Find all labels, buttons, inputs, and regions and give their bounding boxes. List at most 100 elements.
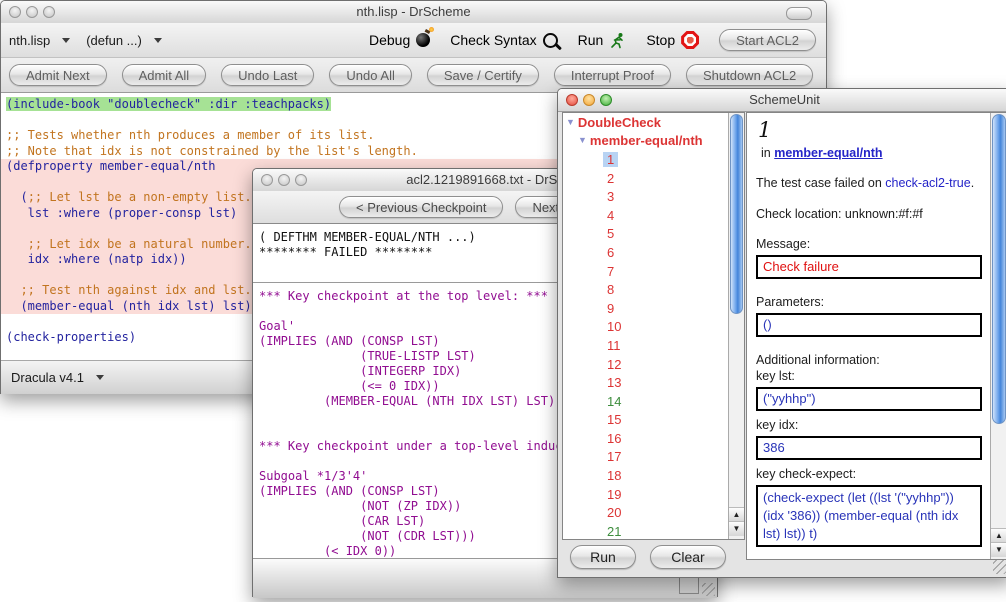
toolbar-button-admit-next[interactable]: Admit Next: [9, 64, 107, 86]
test-case-10[interactable]: 10: [603, 319, 625, 334]
detail-scrollbar[interactable]: ▲ ▼: [990, 113, 1006, 559]
tree-case-row[interactable]: 15: [563, 411, 729, 430]
tree-case-row[interactable]: 10: [563, 318, 729, 337]
resize-grip[interactable]: [702, 583, 715, 596]
additional-info-label: Additional information:: [756, 353, 982, 367]
toolbar-button-undo-last[interactable]: Undo Last: [221, 64, 314, 86]
check-location: Check location: unknown:#f:#f: [756, 207, 982, 221]
run-tests-button[interactable]: Run: [570, 545, 636, 569]
key-check-expect-field[interactable]: (check-expect (let ((lst '("yyhhp")) (id…: [756, 485, 982, 547]
tree-case-row[interactable]: 1: [563, 150, 729, 169]
test-case-20[interactable]: 20: [603, 505, 625, 520]
main-titlebar[interactable]: nth.lisp - DrScheme: [1, 1, 826, 24]
key-idx-field[interactable]: 386: [756, 436, 982, 460]
toolbar-toggle-widget[interactable]: [786, 7, 812, 20]
tree-case-row[interactable]: 8: [563, 280, 729, 299]
toolbar-button-interrupt-proof[interactable]: Interrupt Proof: [554, 64, 671, 86]
tree-item-doublecheck[interactable]: ▼DoubleCheck: [563, 113, 729, 132]
tree-case-row[interactable]: 9: [563, 299, 729, 318]
tree-case-row[interactable]: 12: [563, 355, 729, 374]
test-case-14[interactable]: 14: [603, 394, 625, 409]
key-lst-field[interactable]: ("yyhhp"): [756, 387, 982, 411]
failure-check-link[interactable]: check-acl2-true: [885, 176, 970, 190]
scrollbar-thumb[interactable]: [730, 114, 743, 314]
close-button[interactable]: [261, 174, 273, 186]
toolbar-button-admit-all[interactable]: Admit All: [122, 64, 207, 86]
tree-case-row[interactable]: 20: [563, 503, 729, 522]
toolbar-button-shutdown-acl2[interactable]: Shutdown ACL2: [686, 64, 813, 86]
tree-case-row[interactable]: 17: [563, 448, 729, 467]
test-case-5[interactable]: 5: [603, 226, 618, 241]
parameters-field[interactable]: (): [756, 313, 982, 337]
test-case-21[interactable]: 21: [603, 524, 625, 539]
test-case-3[interactable]: 3: [603, 189, 618, 204]
test-case-9[interactable]: 9: [603, 301, 618, 316]
message-field[interactable]: Check failure: [756, 255, 982, 279]
test-case-12[interactable]: 12: [603, 357, 625, 372]
chevron-down-icon: [154, 38, 162, 43]
test-case-1[interactable]: 1: [603, 152, 618, 167]
tree-case-row[interactable]: 6: [563, 243, 729, 262]
start-acl2-button[interactable]: Start ACL2: [719, 29, 816, 51]
close-button[interactable]: [566, 94, 578, 106]
previous-checkpoint-button[interactable]: < Previous Checkpoint: [339, 196, 503, 218]
clear-button[interactable]: Clear: [650, 545, 726, 569]
bomb-icon: [416, 33, 430, 47]
tree-case-row[interactable]: 3: [563, 187, 729, 206]
toolbar-button-undo-all[interactable]: Undo All: [329, 64, 411, 86]
test-case-11[interactable]: 11: [603, 338, 625, 353]
test-case-7[interactable]: 7: [603, 264, 618, 279]
scroll-down-arrow[interactable]: ▼: [991, 542, 1006, 557]
tree-case-row[interactable]: 18: [563, 466, 729, 485]
toolbar-button-save-certify[interactable]: Save / Certify: [427, 64, 539, 86]
test-case-18[interactable]: 18: [603, 468, 625, 483]
test-case-4[interactable]: 4: [603, 208, 618, 223]
tree-case-row[interactable]: 7: [563, 262, 729, 281]
test-case-6[interactable]: 6: [603, 245, 618, 260]
test-case-19[interactable]: 19: [603, 487, 625, 502]
tree-case-row[interactable]: 5: [563, 225, 729, 244]
dracula-dropdown[interactable]: Dracula v4.1: [11, 370, 104, 385]
file-dropdown-label: nth.lisp: [9, 33, 50, 48]
test-case-13[interactable]: 13: [603, 375, 625, 390]
test-case-17[interactable]: 17: [603, 449, 625, 464]
scroll-up-arrow[interactable]: ▲: [729, 507, 744, 522]
disclosure-triangle-icon[interactable]: ▼: [566, 118, 575, 127]
tree-case-row[interactable]: 2: [563, 169, 729, 188]
check-syntax-button[interactable]: Check Syntax: [450, 32, 557, 48]
key-lst-label: key lst:: [756, 369, 982, 383]
test-case-15[interactable]: 15: [603, 412, 625, 427]
stop-button[interactable]: Stop: [646, 31, 699, 49]
tree-case-row[interactable]: 13: [563, 373, 729, 392]
zoom-button[interactable]: [295, 174, 307, 186]
minimize-button[interactable]: [26, 6, 38, 18]
minimize-button[interactable]: [583, 94, 595, 106]
defun-dropdown-label: (defun ...): [86, 33, 142, 48]
tree-case-row[interactable]: 14: [563, 392, 729, 411]
tree-scrollbar[interactable]: ▲ ▼: [728, 113, 744, 539]
test-case-2[interactable]: 2: [603, 171, 618, 186]
disclosure-triangle-icon[interactable]: ▼: [578, 136, 587, 145]
zoom-button[interactable]: [43, 6, 55, 18]
tree-case-row[interactable]: 11: [563, 336, 729, 355]
tree-case-row[interactable]: 4: [563, 206, 729, 225]
schemeunit-titlebar[interactable]: SchemeUnit: [558, 89, 1006, 112]
scroll-up-arrow[interactable]: ▲: [991, 528, 1006, 543]
close-button[interactable]: [9, 6, 21, 18]
zoom-button[interactable]: [600, 94, 612, 106]
file-dropdown[interactable]: nth.lisp: [9, 33, 70, 48]
scrollbar-thumb[interactable]: [992, 114, 1006, 424]
resize-grip[interactable]: [993, 560, 1006, 574]
debug-button[interactable]: Debug: [369, 32, 430, 48]
test-case-8[interactable]: 8: [603, 282, 618, 297]
scroll-down-arrow[interactable]: ▼: [729, 521, 744, 536]
test-case-16[interactable]: 16: [603, 431, 625, 446]
defun-dropdown[interactable]: (defun ...): [86, 33, 162, 48]
tree-case-row[interactable]: 19: [563, 485, 729, 504]
minimize-button[interactable]: [278, 174, 290, 186]
suite-link[interactable]: member-equal/nth: [774, 146, 882, 160]
tree-item-member-equal-nth[interactable]: ▼member-equal/nth: [563, 132, 729, 151]
tree-case-row[interactable]: 21: [563, 522, 729, 540]
tree-case-row[interactable]: 16: [563, 429, 729, 448]
run-button[interactable]: Run: [578, 32, 627, 49]
